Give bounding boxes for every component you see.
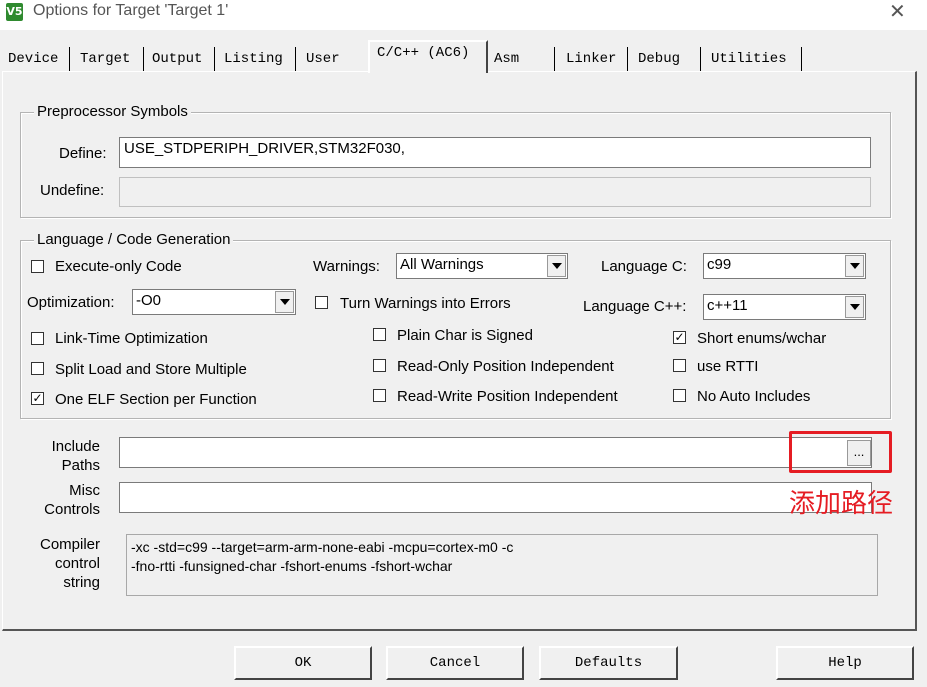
tab-listing[interactable]: Listing — [218, 46, 289, 72]
tab-separator — [554, 47, 555, 71]
keil-app-icon: V5 — [6, 3, 23, 21]
tab-separator — [143, 47, 144, 71]
plain-char-label: Plain Char is Signed — [397, 327, 533, 344]
undefine-label: Undefine: — [40, 182, 105, 199]
tab-target[interactable]: Target — [74, 46, 136, 72]
annotation-text: 添加路径 — [789, 489, 894, 519]
no-auto-label: No Auto Includes — [697, 388, 811, 405]
turn-warnings-checkbox[interactable] — [315, 296, 328, 309]
language-cpp-label: Language C++: — [583, 298, 687, 315]
ro-pos-label: Read-Only Position Independent — [397, 358, 614, 375]
split-load-checkbox[interactable] — [31, 362, 44, 375]
annotation-highlight-box — [789, 431, 892, 473]
define-label: Define: — [59, 145, 107, 162]
checkmark-icon: ✓ — [674, 330, 685, 344]
compiler-string-line2: -fno-rtti -funsigned-char -fshort-enums … — [131, 558, 453, 574]
language-c-select[interactable]: c99 — [703, 253, 866, 279]
chevron-down-icon[interactable] — [845, 296, 864, 318]
split-load-label: Split Load and Store Multiple — [55, 361, 247, 378]
tab-user[interactable]: User — [300, 46, 346, 72]
tab-separator — [69, 47, 70, 71]
tab-separator — [295, 47, 296, 71]
rw-pos-label: Read-Write Position Independent — [397, 388, 618, 405]
warnings-select[interactable]: All Warnings — [396, 253, 568, 279]
language-c-value: c99 — [707, 256, 732, 273]
tab-debug[interactable]: Debug — [632, 46, 686, 72]
compiler-string-label: Compiler control string — [36, 535, 100, 592]
close-icon[interactable]: ✕ — [889, 0, 906, 23]
link-time-label: Link-Time Optimization — [55, 330, 208, 347]
ro-pos-checkbox[interactable] — [373, 359, 386, 372]
tab-separator — [214, 47, 215, 71]
include-paths-label: Include Paths — [47, 437, 100, 475]
tab-output[interactable]: Output — [146, 46, 208, 72]
language-cpp-value: c++11 — [707, 297, 748, 314]
chevron-down-icon[interactable] — [845, 255, 864, 277]
optimization-value: -O0 — [136, 292, 162, 309]
chevron-down-icon[interactable] — [275, 291, 294, 313]
misc-controls-input[interactable] — [119, 482, 872, 513]
tab-device[interactable]: Device — [2, 46, 64, 72]
execute-only-label: Execute-only Code — [55, 258, 182, 275]
use-rtti-label: use RTTI — [697, 358, 759, 375]
misc-controls-label: Misc Controls — [42, 481, 100, 519]
language-cpp-select[interactable]: c++11 — [703, 294, 866, 320]
warnings-label: Warnings: — [313, 258, 380, 275]
optimization-select[interactable]: -O0 — [132, 289, 296, 315]
chevron-down-icon[interactable] — [547, 255, 566, 277]
window-title: Options for Target 'Target 1' — [33, 2, 229, 19]
execute-only-checkbox[interactable] — [31, 260, 44, 273]
short-enums-label: Short enums/wchar — [697, 330, 827, 347]
turn-warnings-label: Turn Warnings into Errors — [340, 295, 511, 312]
misc-controls-label-line2: Controls — [44, 501, 100, 518]
help-button[interactable]: Help — [776, 646, 914, 680]
ok-button[interactable]: OK — [234, 646, 372, 680]
rw-pos-checkbox[interactable] — [373, 389, 386, 402]
one-elf-checkbox[interactable]: ✓ — [31, 392, 44, 405]
tab-utilities[interactable]: Utilities — [705, 46, 793, 72]
tab-separator — [627, 47, 628, 71]
language-legend: Language / Code Generation — [34, 231, 234, 248]
optimization-label: Optimization: — [27, 294, 115, 311]
tab-cpp-ac6[interactable]: C/C++ (AC6) — [371, 40, 475, 66]
compiler-string-box[interactable]: -xc -std=c99 --target=arm-arm-none-eabi … — [126, 534, 878, 596]
tab-asm[interactable]: Asm — [488, 46, 525, 72]
no-auto-checkbox[interactable] — [673, 389, 686, 402]
compiler-string-line1: -xc -std=c99 --target=arm-arm-none-eabi … — [131, 539, 514, 555]
one-elf-label: One ELF Section per Function — [55, 391, 257, 408]
plain-char-checkbox[interactable] — [373, 328, 386, 341]
compiler-string-label-line2: control — [54, 555, 100, 572]
define-input[interactable]: USE_STDPERIPH_DRIVER,STM32F030, — [119, 137, 871, 168]
preprocessor-legend: Preprocessor Symbols — [34, 103, 191, 120]
language-c-label: Language C: — [601, 258, 687, 275]
misc-controls-label-line1: Misc — [69, 482, 100, 499]
use-rtti-checkbox[interactable] — [673, 359, 686, 372]
include-paths-label-line2: Paths — [61, 457, 100, 474]
checkmark-icon: ✓ — [32, 391, 43, 405]
undefine-input[interactable] — [119, 177, 871, 207]
cancel-button[interactable]: Cancel — [386, 646, 524, 680]
defaults-button[interactable]: Defaults — [539, 646, 678, 680]
compiler-string-label-line1: Compiler — [39, 536, 100, 553]
short-enums-checkbox[interactable]: ✓ — [673, 331, 686, 344]
link-time-checkbox[interactable] — [31, 332, 44, 345]
tab-linker[interactable]: Linker — [560, 46, 622, 72]
warnings-value: All Warnings — [400, 256, 484, 273]
tab-separator — [700, 47, 701, 71]
include-paths-input[interactable] — [119, 437, 872, 468]
tab-separator — [801, 47, 802, 71]
compiler-string-label-line3: string — [63, 574, 100, 591]
include-paths-label-line1: Include — [51, 438, 100, 455]
